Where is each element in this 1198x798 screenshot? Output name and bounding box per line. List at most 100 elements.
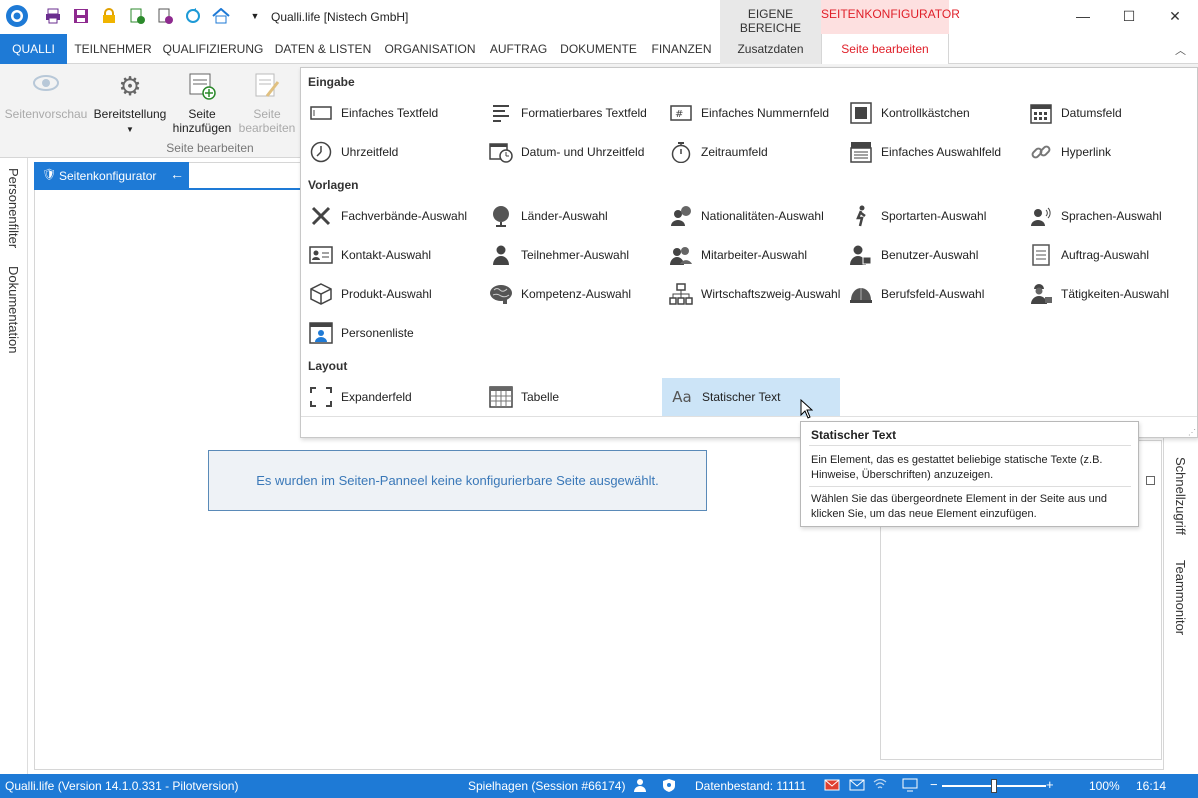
quick-access-dropdown-icon[interactable]: ▼	[246, 7, 264, 25]
gallery-item-berufsfeld-auswahl[interactable]: Berufsfeld-Auswahl	[841, 276, 1019, 312]
gallery-item-tabelle[interactable]: Tabelle	[481, 379, 659, 415]
bereitstellung-button[interactable]: ⚙ Bereitstellung ▼	[88, 72, 172, 137]
shield-icon: 🛡	[42, 169, 56, 181]
tab-zusatzdaten[interactable]: Zusatzdaten	[720, 34, 821, 64]
tab-daten-listen[interactable]: DATEN & LISTEN	[271, 34, 375, 64]
gallery-item-kontrollkaestchen[interactable]: Kontrollkästchen	[841, 95, 1019, 131]
gallery-item-teilnehmer-auswahl[interactable]: Teilnehmer-Auswahl	[481, 237, 659, 273]
gallery-item-uhrzeitfeld[interactable]: Uhrzeitfeld	[301, 134, 479, 170]
element-gallery: Eingabe Einfaches Textfeld Formatierbare…	[300, 67, 1198, 438]
document-check-icon[interactable]	[128, 7, 146, 25]
close-button[interactable]: ✕	[1152, 0, 1198, 32]
gallery-item-label: Berufsfeld-Auswahl	[881, 287, 985, 301]
gallery-item-label: Sportarten-Auswahl	[881, 209, 987, 223]
zoom-out-icon[interactable]: −	[930, 777, 938, 792]
gallery-item-sportarten-auswahl[interactable]: Sportarten-Auswahl	[841, 198, 1019, 234]
tab-seite-bearbeiten[interactable]: Seite bearbeiten	[821, 34, 949, 65]
tooltip: Statischer Text Ein Element, das es gest…	[800, 421, 1139, 527]
tools-icon	[309, 204, 333, 228]
tab-dokumente[interactable]: DOKUMENTE	[557, 34, 640, 64]
nationality-icon	[669, 204, 693, 228]
zoom-slider-thumb[interactable]	[991, 779, 997, 793]
stopwatch-icon	[669, 140, 693, 164]
dropdown-icon	[849, 140, 873, 164]
gallery-item-datum-und-uhrzeitfeld[interactable]: Datum- und Uhrzeitfeld	[481, 134, 659, 170]
gallery-item-zeitraumfeld[interactable]: Zeitraumfeld	[661, 134, 839, 170]
lock-icon[interactable]	[100, 7, 118, 25]
document-settings-icon[interactable]	[156, 7, 174, 25]
gallery-item-benutzer-auswahl[interactable]: Benutzer-Auswahl	[841, 237, 1019, 273]
checkbox-icon	[849, 101, 873, 125]
side-tab-schnellzugriff[interactable]: Schnellzugriff	[1173, 457, 1188, 535]
gallery-item-einfaches-textfeld[interactable]: Einfaches Textfeld	[301, 95, 479, 131]
home-icon[interactable]	[212, 7, 230, 25]
gallery-item-einfaches-nummernfeld[interactable]: # Einfaches Nummernfeld	[661, 95, 839, 131]
empty-page-message-text: Es wurden im Seiten-Panneel keine konfig…	[256, 473, 659, 488]
seitenvorschau-label: Seitenvorschau	[4, 107, 88, 121]
tab-finanzen[interactable]: FINANZEN	[646, 34, 717, 64]
back-arrow-icon[interactable]: ←	[170, 166, 184, 182]
gallery-section-vorlagen: Vorlagen	[308, 178, 359, 192]
refresh-icon[interactable]	[184, 7, 202, 25]
tab-organisation[interactable]: ORGANISATION	[381, 34, 479, 64]
gallery-item-sprachen-auswahl[interactable]: Sprachen-Auswahl	[1021, 198, 1198, 234]
gallery-item-einfaches-auswahlfeld[interactable]: Einfaches Auswahlfeld	[841, 134, 1019, 170]
person-icon	[489, 243, 513, 267]
mail-icon[interactable]	[849, 778, 865, 795]
add-page-icon	[172, 72, 232, 100]
gallery-item-label: Kontrollkästchen	[881, 106, 970, 120]
gallery-item-formatierbares-textfeld[interactable]: Formatierbares Textfeld	[481, 95, 659, 131]
status-session[interactable]: Spielhagen (Session #66174)	[468, 779, 625, 793]
gallery-item-kompetenz-auswahl[interactable]: Kompetenz-Auswahl	[481, 276, 659, 312]
gallery-item-datumsfeld[interactable]: Datumsfeld	[1021, 95, 1198, 131]
save-icon[interactable]	[72, 7, 90, 25]
monitor-icon[interactable]	[902, 778, 918, 795]
shield-status-icon[interactable]	[662, 778, 676, 796]
panel-restore-icon[interactable]	[1146, 476, 1155, 485]
gallery-item-label: Nationalitäten-Auswahl	[701, 209, 824, 223]
qualli-logo-icon[interactable]	[5, 4, 29, 28]
gallery-item-label: Produkt-Auswahl	[341, 287, 432, 301]
gallery-item-personenliste[interactable]: Personenliste	[301, 315, 479, 351]
seite-bearbeiten-button[interactable]: Seite bearbeiten	[236, 72, 298, 135]
seite-hinzufuegen-label-2: hinzufügen	[172, 121, 232, 135]
tab-teilnehmer[interactable]: TEILNEHMER	[70, 34, 156, 64]
tab-auftrag[interactable]: AUFTRAG	[485, 34, 552, 64]
gallery-item-taetigkeiten-auswahl[interactable]: Tätigkeiten-Auswahl	[1021, 276, 1198, 312]
collapse-ribbon-icon[interactable]: ︿	[1175, 42, 1186, 58]
side-tab-teammonitor[interactable]: Teammonitor	[1173, 560, 1188, 635]
gallery-item-label: Einfaches Nummernfeld	[701, 106, 830, 120]
eye-icon	[4, 72, 88, 100]
zoom-slider-track[interactable]	[942, 779, 1046, 793]
gallery-item-fachverbaende-auswahl[interactable]: Fachverbände-Auswahl	[301, 198, 479, 234]
gallery-item-laender-auswahl[interactable]: Länder-Auswahl	[481, 198, 659, 234]
gallery-item-wirtschaftszweig-auswahl[interactable]: Wirtschaftszweig-Auswahl	[661, 276, 840, 312]
user-icon[interactable]	[633, 778, 647, 795]
tab-qualifizierung[interactable]: QUALIFIZIERUNG	[161, 34, 265, 64]
side-tab-personenfilter[interactable]: Personenfilter	[6, 168, 21, 248]
side-tab-dokumentation[interactable]: Dokumentation	[6, 266, 21, 353]
seite-hinzufuegen-button[interactable]: Seite hinzufügen	[172, 72, 232, 135]
maximize-button[interactable]: ☐	[1106, 0, 1152, 32]
panel-header-title: Seitenkonfigurator	[59, 169, 157, 183]
context-group-eigene: EIGENE BEREICHE	[739, 7, 802, 35]
error-mail-icon[interactable]	[824, 778, 840, 795]
gallery-item-produkt-auswahl[interactable]: Produkt-Auswahl	[301, 276, 479, 312]
print-icon[interactable]	[44, 7, 62, 25]
minimize-button[interactable]: —	[1060, 0, 1106, 32]
status-datenbestand: Datenbestand: 11111	[695, 779, 807, 793]
resize-grip-icon[interactable]: ⋰	[1188, 428, 1196, 437]
zoom-in-icon[interactable]: +	[1046, 777, 1054, 792]
panel-header-underline	[34, 188, 300, 190]
tooltip-hint: Wählen Sie das übergeordnete Element in …	[811, 493, 1107, 520]
seitenvorschau-button[interactable]: Seitenvorschau	[4, 72, 88, 121]
gallery-item-label: Einfaches Textfeld	[341, 106, 439, 120]
tab-qualli[interactable]: QUALLI	[0, 34, 67, 64]
gallery-item-statischer-text[interactable]: Aa Statischer Text	[662, 378, 840, 416]
gallery-item-auftrag-auswahl[interactable]: Auftrag-Auswahl	[1021, 237, 1198, 273]
gallery-item-expanderfeld[interactable]: Expanderfeld	[301, 379, 479, 415]
gallery-item-mitarbeiter-auswahl[interactable]: Mitarbeiter-Auswahl	[661, 237, 839, 273]
gallery-item-nationalitaeten-auswahl[interactable]: Nationalitäten-Auswahl	[661, 198, 839, 234]
gallery-item-kontakt-auswahl[interactable]: Kontakt-Auswahl	[301, 237, 479, 273]
gallery-item-hyperlink[interactable]: Hyperlink	[1021, 134, 1198, 170]
